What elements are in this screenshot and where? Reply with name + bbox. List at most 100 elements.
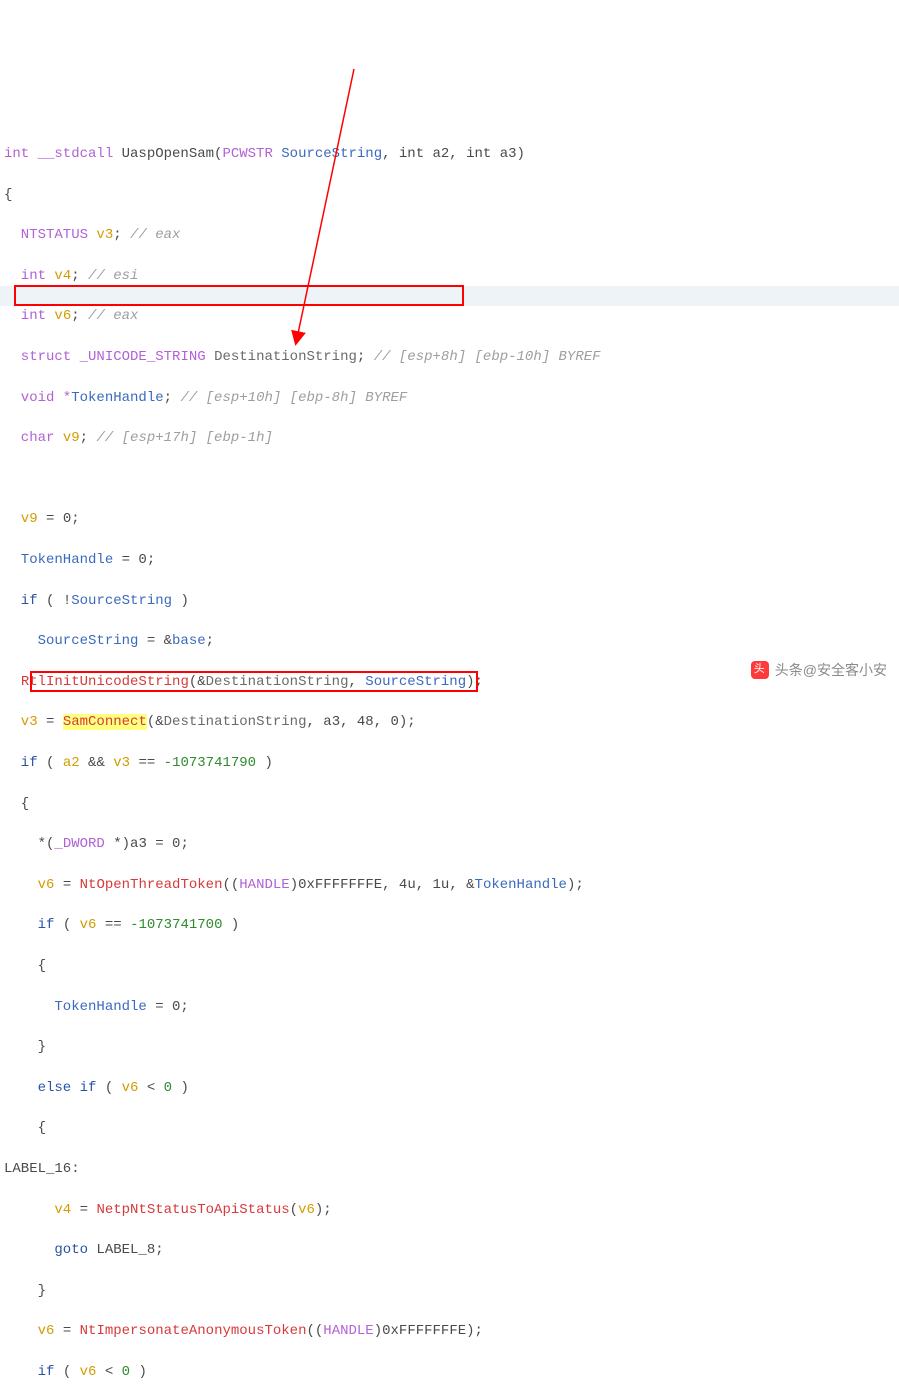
t: ; bbox=[357, 349, 374, 365]
t: v6 bbox=[4, 1323, 54, 1339]
t bbox=[4, 674, 21, 690]
code-line: char v9; // [esp+17h] [ebp-1h] bbox=[4, 428, 895, 448]
t: = bbox=[38, 714, 63, 730]
t: DestinationString bbox=[206, 674, 349, 690]
t: )0xFFFFFFFE, 4u, 1u, & bbox=[290, 877, 475, 893]
t: void * bbox=[4, 390, 71, 406]
t: int bbox=[4, 308, 54, 324]
code-line: *(_DWORD *)a3 = 0; bbox=[4, 834, 895, 854]
t: NetpNtStatusToApiStatus bbox=[96, 1202, 289, 1218]
code-line: { bbox=[4, 185, 895, 205]
t: ( bbox=[54, 1364, 79, 1380]
t: struct bbox=[4, 349, 80, 365]
t: 0 bbox=[164, 1080, 172, 1096]
t: ; bbox=[71, 268, 88, 284]
t: RtlInitUnicodeString bbox=[21, 674, 189, 690]
t: SourceString bbox=[4, 633, 138, 649]
t: = 0; bbox=[113, 552, 155, 568]
t: // [esp+8h] [ebp-10h] BYREF bbox=[374, 349, 601, 365]
t: < bbox=[138, 1080, 163, 1096]
code-line: { bbox=[4, 794, 895, 814]
t: ); bbox=[315, 1202, 332, 1218]
t: // [esp+10h] [ebp-8h] BYREF bbox=[180, 390, 407, 406]
t: { bbox=[4, 187, 12, 203]
t: } bbox=[4, 1283, 46, 1299]
t: v4 bbox=[4, 1202, 71, 1218]
t: base bbox=[172, 633, 206, 649]
t: = & bbox=[138, 633, 172, 649]
t: if bbox=[4, 755, 38, 771]
t: HANDLE bbox=[323, 1323, 373, 1339]
t: ) bbox=[256, 755, 273, 771]
t: SourceString bbox=[71, 593, 172, 609]
t: int bbox=[4, 268, 54, 284]
t: v9 bbox=[63, 430, 80, 446]
t: v4 bbox=[54, 268, 71, 284]
t: DestinationString bbox=[164, 714, 307, 730]
t: ) bbox=[172, 1080, 189, 1096]
t: v3 bbox=[4, 714, 38, 730]
decompiler-code-block: int __stdcall UaspOpenSam(PCWSTR SourceS… bbox=[0, 0, 899, 1396]
code-line: TokenHandle = 0; bbox=[4, 997, 895, 1017]
code-line: int v4; // esi bbox=[4, 266, 895, 286]
t: ) bbox=[130, 1364, 147, 1380]
code-line: if ( !SourceString ) bbox=[4, 591, 895, 611]
t: -1073741700 bbox=[130, 917, 222, 933]
t: (& bbox=[189, 674, 206, 690]
t: if bbox=[4, 593, 38, 609]
watermark-text: 头条@安全客小安 bbox=[775, 660, 887, 680]
code-line: } bbox=[4, 1281, 895, 1301]
t: ( bbox=[290, 1202, 298, 1218]
t: TokenHandle bbox=[4, 552, 113, 568]
code-line: v9 = 0; bbox=[4, 509, 895, 529]
t: = bbox=[54, 877, 79, 893]
watermark: 头条@安全客小安 bbox=[751, 660, 887, 680]
t: v6 bbox=[80, 1364, 97, 1380]
t: { bbox=[4, 796, 29, 812]
t: ; bbox=[71, 308, 88, 324]
t: if bbox=[4, 1364, 54, 1380]
t: , bbox=[348, 674, 365, 690]
t: ( bbox=[54, 917, 79, 933]
t: // esi bbox=[88, 268, 138, 284]
code-line: if ( v6 == -1073741700 ) bbox=[4, 915, 895, 935]
t: , a3, 48, 0); bbox=[306, 714, 415, 730]
t: ( bbox=[96, 1080, 121, 1096]
code-line: void *TokenHandle; // [esp+10h] [ebp-8h]… bbox=[4, 388, 895, 408]
code-line: if ( v6 < 0 ) bbox=[4, 1362, 895, 1382]
t: { bbox=[4, 1120, 46, 1136]
code-line: } bbox=[4, 1037, 895, 1057]
t: else if bbox=[4, 1080, 96, 1096]
code-line: v3 = SamConnect(&DestinationString, a3, … bbox=[4, 712, 895, 732]
t: { bbox=[4, 958, 46, 974]
t: NTSTATUS bbox=[4, 227, 96, 243]
t: == bbox=[96, 917, 130, 933]
t: // [esp+17h] [ebp-1h] bbox=[96, 430, 272, 446]
code-line: v6 = NtOpenThreadToken((HANDLE)0xFFFFFFF… bbox=[4, 875, 895, 895]
t: // eax bbox=[88, 308, 138, 324]
code-line bbox=[4, 469, 895, 489]
t: ); bbox=[466, 674, 483, 690]
t: = bbox=[71, 1202, 96, 1218]
t: PCWSTR bbox=[222, 146, 272, 162]
t: SourceString bbox=[365, 674, 466, 690]
t: v6 bbox=[298, 1202, 315, 1218]
t: int __stdcall bbox=[4, 146, 122, 162]
t: TokenHandle bbox=[475, 877, 567, 893]
code-line: NTSTATUS v3; // eax bbox=[4, 225, 895, 245]
t: TokenHandle bbox=[4, 999, 147, 1015]
t: < bbox=[96, 1364, 121, 1380]
t: (( bbox=[222, 877, 239, 893]
t: SourceString bbox=[273, 146, 382, 162]
t: NtImpersonateAnonymousToken bbox=[80, 1323, 307, 1339]
t: TokenHandle bbox=[71, 390, 163, 406]
t: = 0; bbox=[147, 999, 189, 1015]
t: v6 bbox=[80, 917, 97, 933]
t: ( bbox=[38, 593, 63, 609]
code-line: else if ( v6 < 0 ) bbox=[4, 1078, 895, 1098]
t: HANDLE bbox=[239, 877, 289, 893]
t: SamConnect bbox=[63, 714, 147, 730]
t: v6 bbox=[4, 877, 54, 893]
t: ; bbox=[206, 633, 214, 649]
t: v6 bbox=[54, 308, 71, 324]
